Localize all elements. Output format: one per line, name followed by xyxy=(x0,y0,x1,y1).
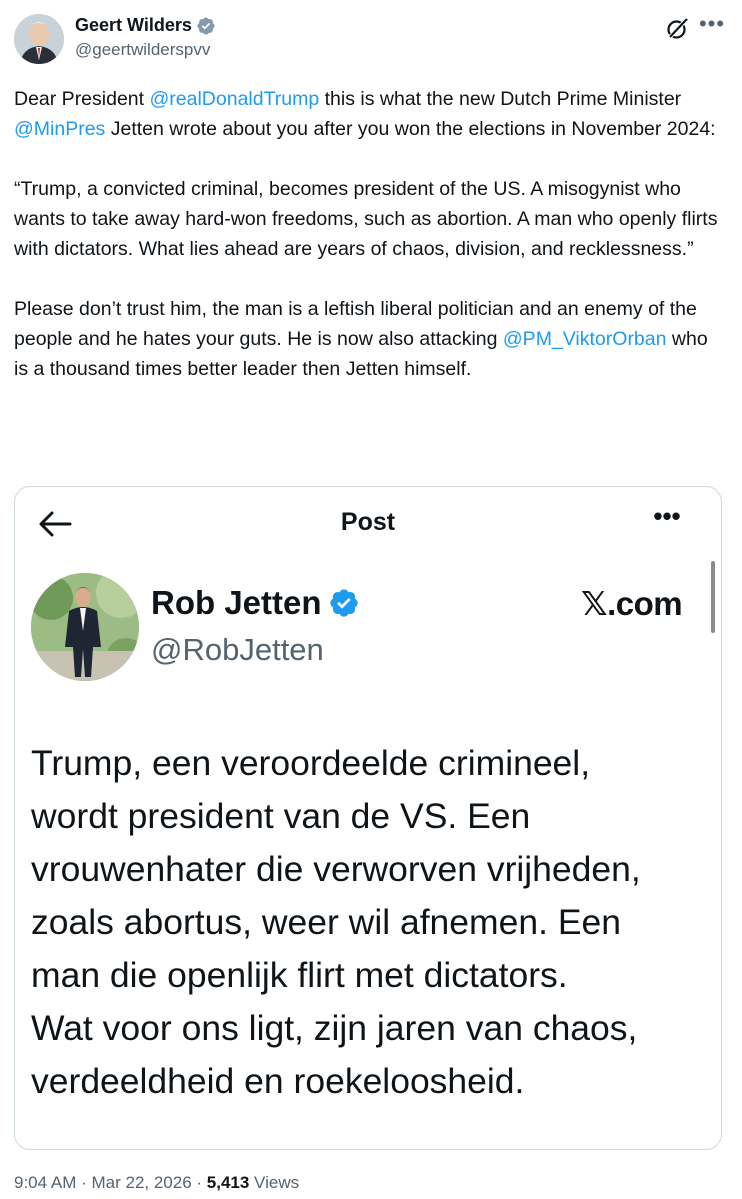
tweet-paragraph-1: Dear President @realDonaldTrump this is … xyxy=(14,84,726,144)
embedded-text-line: Wat voor ons ligt, zijn jaren van chaos, xyxy=(31,1008,638,1048)
separator: · xyxy=(76,1173,92,1192)
mention-link[interactable]: @PM_ViktorOrban xyxy=(503,328,667,350)
views-count: 5,413 xyxy=(206,1173,250,1192)
tweet-text: Dear President @realDonaldTrump this is … xyxy=(14,84,726,384)
post-metadata: 9:04 AM · Mar 22, 2026 · 5,413 Views xyxy=(14,1173,299,1193)
embedded-header-title: Post xyxy=(340,508,396,536)
tweet-text-segment: Dear President xyxy=(14,88,150,110)
tweet-paragraph-2: “Trump, a convicted criminal, becomes pr… xyxy=(14,178,718,260)
embedded-text-line: vrouwenhater die verworven vrijheden, xyxy=(31,849,641,889)
views-label: Views xyxy=(249,1173,300,1192)
tweet-paragraph-3: Please don’t trust him, the man is a lef… xyxy=(14,294,726,384)
post-time[interactable]: 9:04 AM xyxy=(14,1173,76,1192)
embedded-text-line: wordt president van de VS. Een xyxy=(31,796,531,836)
embedded-author-name: Rob Jetten xyxy=(151,584,360,622)
verified-badge-icon xyxy=(329,589,358,617)
avatar-photo xyxy=(14,14,64,64)
source-domain: .com xyxy=(607,585,683,622)
avatar-photo xyxy=(31,573,139,681)
post-date[interactable]: Mar 22, 2026 xyxy=(91,1173,191,1192)
tweet-text-segment: this is what the new Dutch Prime Ministe… xyxy=(319,88,682,110)
author-name[interactable]: Geert Wilders xyxy=(75,15,216,36)
tweet-text-segment: Jetten wrote about you after you won the… xyxy=(105,118,716,140)
author-name-text[interactable]: Geert Wilders xyxy=(75,15,192,36)
embedded-author-handle: @RobJetten xyxy=(151,632,324,667)
embedded-text-line: zoals abortus, weer wil afnemen. Een xyxy=(31,902,621,942)
source-label: 𝕏.com xyxy=(581,584,683,623)
grok-icon[interactable] xyxy=(664,16,690,42)
embedded-post-text: Trump, een veroordeelde crimineel, wordt… xyxy=(31,737,711,1108)
embedded-text-line: man die openlijk flirt met dictators. xyxy=(31,955,568,995)
separator: · xyxy=(191,1173,207,1192)
embedded-author-name-text: Rob Jetten xyxy=(151,584,322,621)
author-avatar[interactable] xyxy=(14,14,64,64)
more-icon[interactable]: ••• xyxy=(698,13,726,40)
scrollbar xyxy=(711,561,715,633)
verified-badge-icon xyxy=(197,16,215,35)
embedded-image[interactable]: Post ••• Rob Jetten @RobJetten 𝕏.com Tru… xyxy=(14,486,722,1150)
embedded-text-line: Trump, een veroordeelde crimineel, xyxy=(31,743,591,783)
mention-link[interactable]: @realDonaldTrump xyxy=(149,88,319,110)
mention-link[interactable]: @MinPres xyxy=(14,118,105,140)
author-handle[interactable]: @geertwilderspvv xyxy=(75,40,210,60)
embedded-text-line: verdeeldheid en roekeloosheid. xyxy=(31,1061,525,1101)
x-logo-icon: 𝕏 xyxy=(581,584,608,623)
embedded-author-avatar xyxy=(31,573,139,681)
more-icon: ••• xyxy=(653,501,681,531)
